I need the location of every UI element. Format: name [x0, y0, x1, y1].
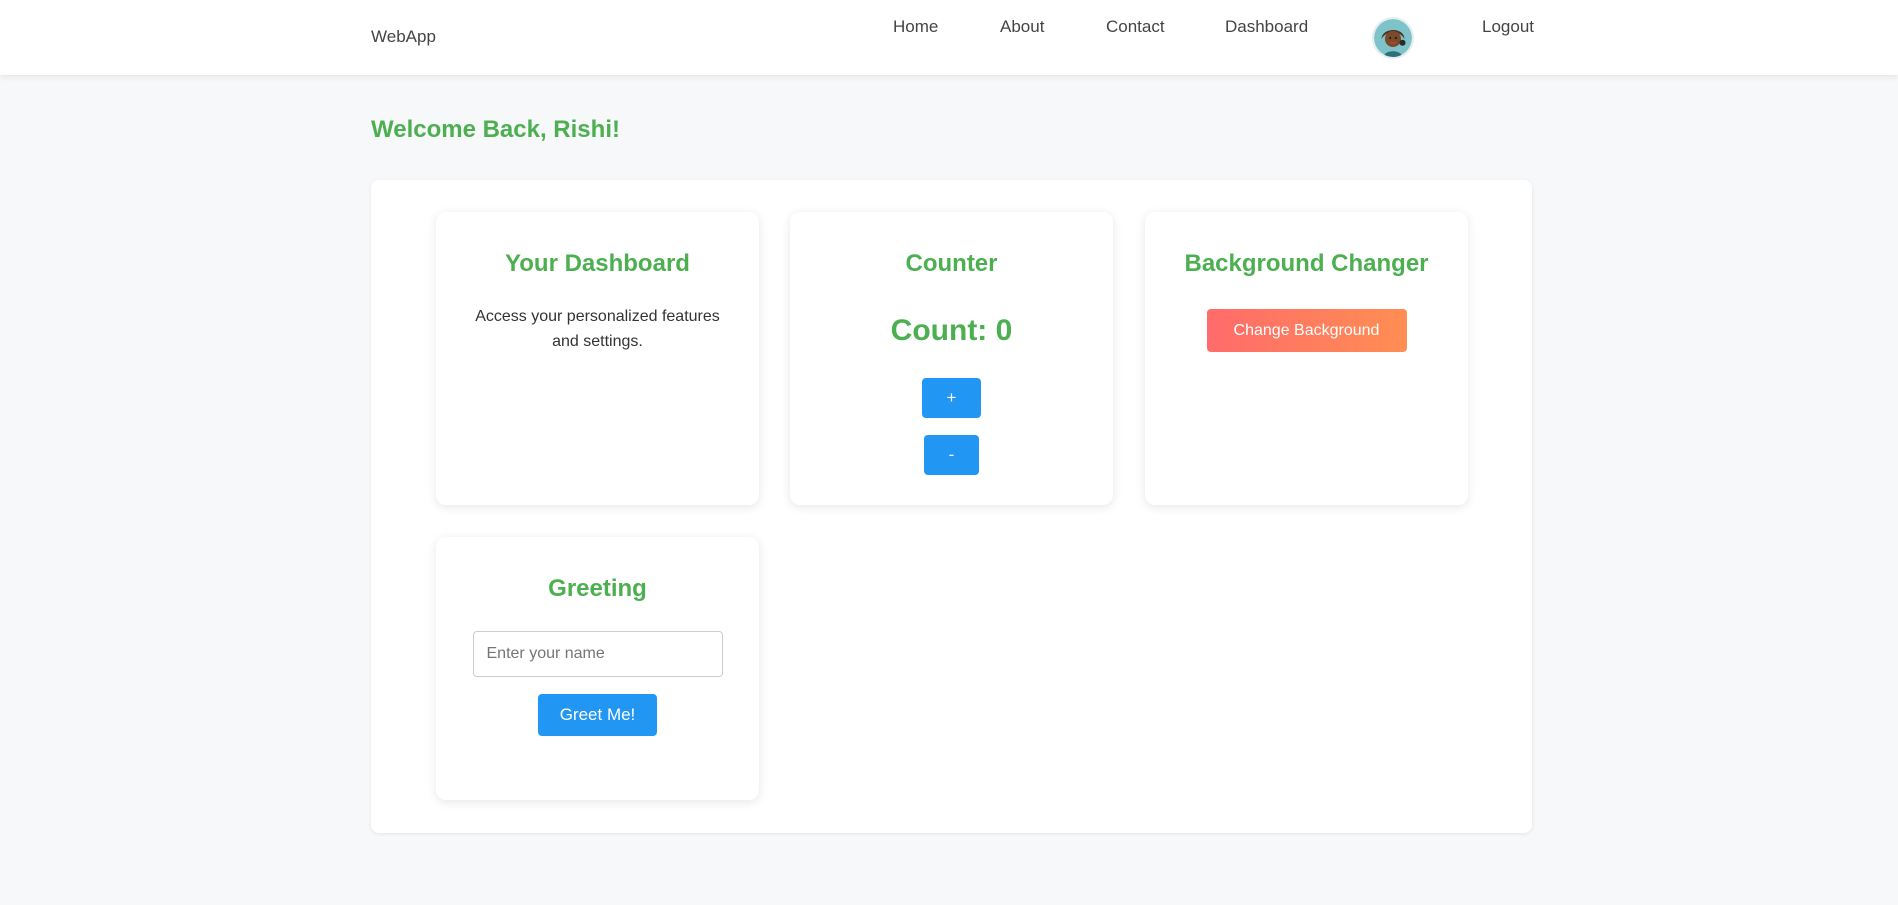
counter-card: Counter Count: 0 + -	[790, 212, 1113, 505]
counter-card-title: Counter	[905, 250, 998, 277]
brand-logo-text[interactable]: WebApp	[371, 27, 436, 47]
welcome-heading: Welcome Back, Rishi!	[371, 116, 620, 143]
decrement-button[interactable]: -	[924, 435, 979, 475]
nav-link-home[interactable]: Home	[893, 17, 938, 37]
background-changer-card: Background Changer Change Background	[1145, 212, 1468, 505]
dashboard-card-title: Your Dashboard	[505, 250, 690, 277]
count-display: Count: 0	[890, 314, 1013, 347]
change-background-button[interactable]: Change Background	[1206, 309, 1407, 352]
avatar-illustration	[1374, 19, 1412, 57]
greet-button[interactable]: Greet Me!	[538, 694, 657, 736]
nav-link-about[interactable]: About	[1000, 17, 1044, 37]
nav-link-contact[interactable]: Contact	[1106, 17, 1165, 37]
nav-link-dashboard[interactable]: Dashboard	[1225, 17, 1308, 37]
greeting-card: Greeting Greet Me!	[436, 537, 759, 800]
background-changer-title: Background Changer	[1184, 250, 1429, 277]
greeting-card-title: Greeting	[548, 575, 647, 602]
dashboard-panel: Your Dashboard Access your personalized …	[371, 180, 1532, 833]
top-navbar: WebApp Home About Contact Dashboard Logo…	[0, 0, 1898, 75]
user-avatar-icon[interactable]	[1372, 17, 1414, 59]
name-input[interactable]	[472, 631, 723, 677]
increment-button[interactable]: +	[922, 378, 981, 418]
logout-link[interactable]: Logout	[1482, 17, 1534, 37]
dashboard-card-text: Access your personalized features and se…	[475, 308, 720, 350]
dashboard-card: Your Dashboard Access your personalized …	[436, 212, 759, 505]
